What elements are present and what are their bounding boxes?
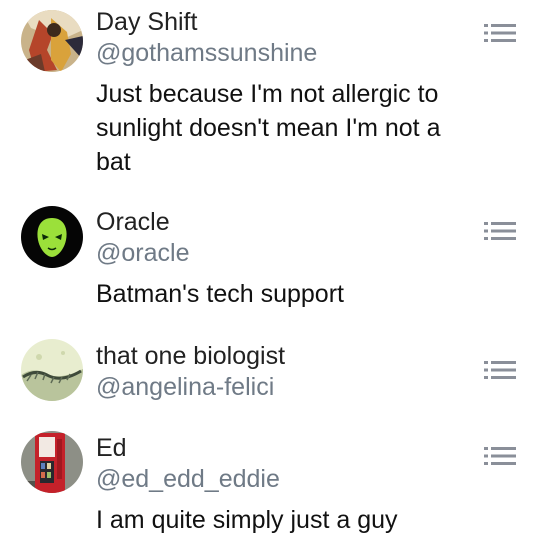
user-list: Day Shift @gothamssunshine Just because …: [0, 0, 540, 536]
user-bio: Batman's tech support: [96, 280, 344, 308]
comic-hero-avatar[interactable]: [21, 10, 83, 72]
user-bio: Just because I'm not allergic to sunligh…: [96, 80, 441, 176]
user-bio: I am quite simply just a guy: [96, 506, 398, 534]
username-handle[interactable]: @ed_edd_eddie: [96, 463, 476, 495]
username-handle[interactable]: @gothamssunshine: [96, 37, 476, 69]
green-mask-avatar[interactable]: [21, 206, 83, 268]
list-menu-icon[interactable]: [484, 222, 516, 240]
display-name[interactable]: Oracle: [96, 207, 476, 237]
username-handle[interactable]: @angelina-felici: [96, 371, 476, 403]
display-name[interactable]: that one biologist: [96, 341, 476, 371]
list-menu-icon[interactable]: [484, 447, 516, 465]
list-menu-icon[interactable]: [484, 24, 516, 42]
username-handle[interactable]: @oracle: [96, 237, 476, 269]
vending-machine-avatar[interactable]: [21, 431, 83, 493]
microscope-slide-avatar[interactable]: [21, 339, 83, 401]
display-name[interactable]: Day Shift: [96, 7, 476, 37]
display-name[interactable]: Ed: [96, 433, 476, 463]
list-menu-icon[interactable]: [484, 361, 516, 379]
